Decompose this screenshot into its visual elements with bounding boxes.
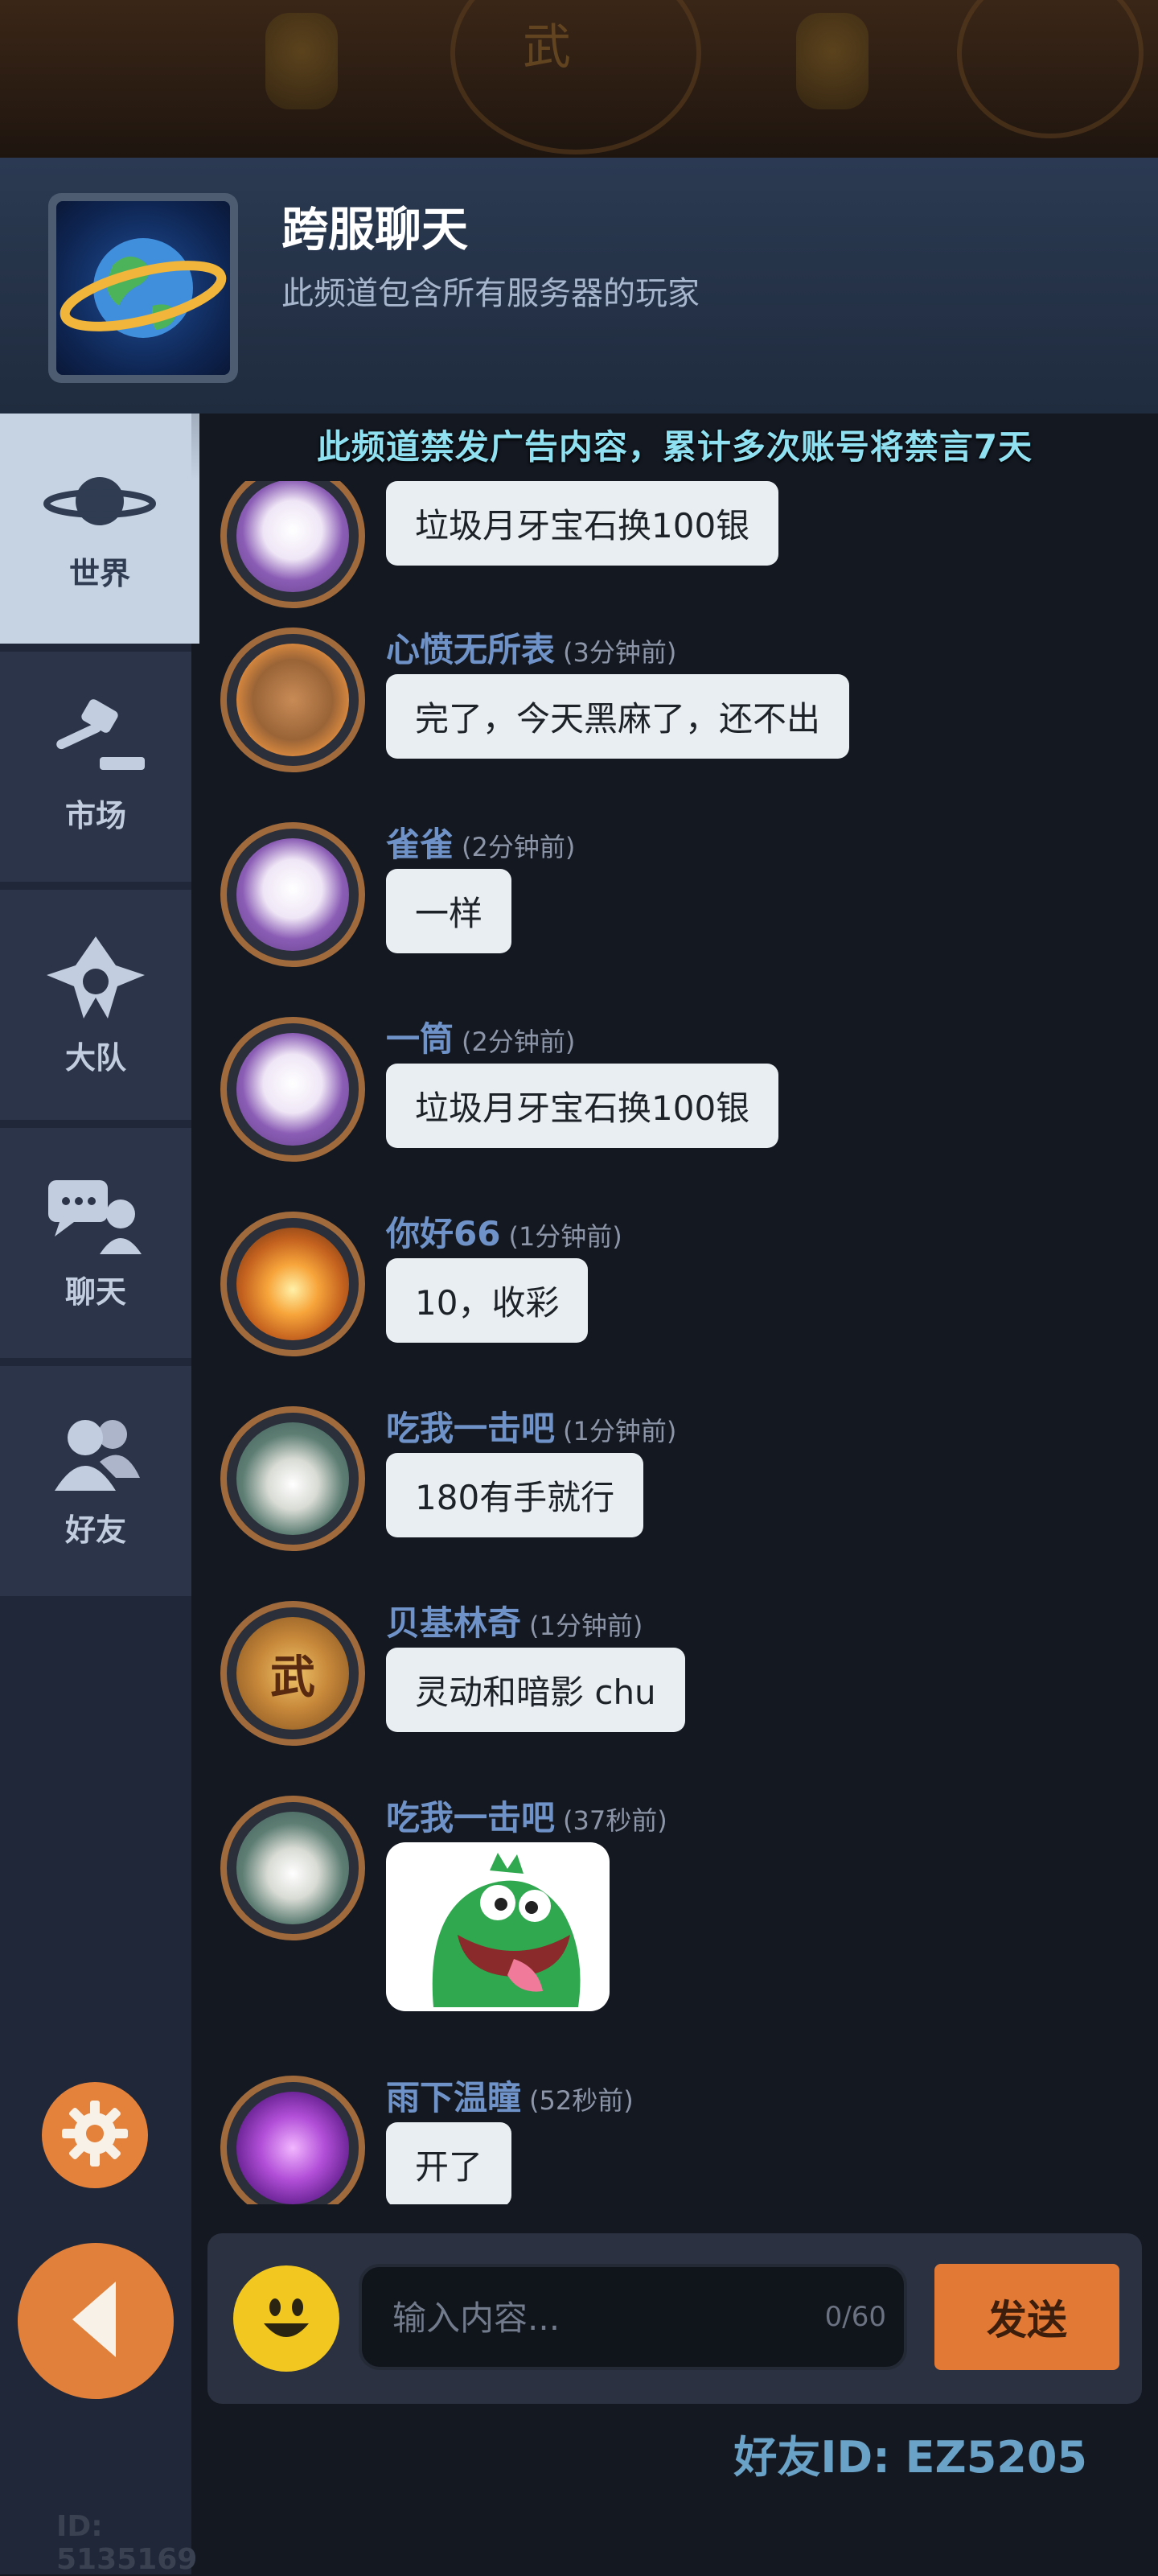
- sender-name[interactable]: 吃我一击吧: [386, 1409, 555, 1448]
- sender-name[interactable]: 吃我一击吧: [386, 1798, 555, 1837]
- sender-name[interactable]: 你好66: [386, 1214, 500, 1253]
- message-input-field[interactable]: 0/60: [359, 2264, 907, 2370]
- wu-emblem-decoration: 武: [523, 19, 571, 76]
- message-time: (1分钟前): [563, 1416, 677, 1446]
- message-header: 雀雀 (2分钟前): [386, 817, 575, 866]
- sidebar-item-friends[interactable]: 好友: [0, 1366, 191, 1596]
- sender-name[interactable]: 贝基林奇: [386, 1603, 521, 1643]
- sidebar-item-market[interactable]: 市场: [0, 652, 191, 882]
- avatar[interactable]: [220, 1406, 365, 1551]
- friends-icon: [51, 1414, 140, 1494]
- guild-emblem-icon: [43, 933, 148, 1022]
- message-time: (2分钟前): [462, 1027, 576, 1057]
- avatar[interactable]: [220, 1796, 365, 1940]
- settings-button[interactable]: [42, 2082, 148, 2188]
- user-id-label: ID: 5135169: [56, 2510, 198, 2576]
- sidebar: 世界 市场 大队 聊天 好友 ID: 5135169: [0, 414, 199, 2576]
- message-header: 贝基林奇 (1分钟前): [386, 1596, 643, 1645]
- message-bubble[interactable]: 完了，今天黑麻了，还不出: [386, 674, 850, 759]
- gear-icon: [59, 2097, 131, 2173]
- message-header: 一筒 (2分钟前): [386, 1012, 575, 1061]
- avatar[interactable]: [220, 628, 365, 772]
- sender-name[interactable]: 雀雀: [386, 825, 454, 864]
- message-header: 心愤无所表 (3分钟前): [386, 623, 676, 672]
- message-time: (1分钟前): [529, 1611, 643, 1641]
- message-header: 吃我一击吧 (37秒前): [386, 1791, 667, 1840]
- lantern-decoration: [265, 13, 338, 109]
- avatar[interactable]: [220, 481, 365, 608]
- channel-title: 跨服聊天: [281, 202, 469, 257]
- back-arrow-icon: [60, 2275, 132, 2367]
- message-bubble[interactable]: 开了: [386, 2122, 512, 2204]
- sidebar-item-label: 市场: [64, 797, 126, 833]
- smiley-icon: [246, 2277, 326, 2360]
- message-time: (1分钟前): [508, 1221, 622, 1252]
- message-header: 雨下温瞳 (52秒前): [386, 2071, 634, 2120]
- sidebar-item-label: 聊天: [64, 1274, 126, 1310]
- char-counter: 0/60: [824, 2301, 886, 2333]
- lantern-decoration: [796, 13, 868, 109]
- message-header: 你好66 (1分钟前): [386, 1207, 622, 1256]
- sender-name[interactable]: 心愤无所表: [386, 630, 555, 669]
- send-button[interactable]: 发送: [934, 2264, 1119, 2370]
- avatar[interactable]: [220, 1017, 365, 1162]
- avatar[interactable]: 武: [220, 1601, 365, 1746]
- sender-name[interactable]: 一筒: [386, 1019, 454, 1059]
- message-time: (52秒前): [529, 2085, 634, 2116]
- message-bubble[interactable]: 灵动和暗影 chu: [386, 1648, 685, 1732]
- decorative-banner: 武: [0, 0, 1158, 158]
- sidebar-item-world[interactable]: 世界: [0, 414, 199, 644]
- message-input[interactable]: [391, 2267, 812, 2368]
- message-header: 吃我一击吧 (1分钟前): [386, 1401, 676, 1451]
- message-bubble[interactable]: 10，收彩: [386, 1258, 589, 1343]
- channel-subtitle: 此频道包含所有服务器的玩家: [281, 275, 700, 312]
- message-bubble[interactable]: 一样: [386, 869, 512, 953]
- gavel-icon: [43, 698, 148, 780]
- message-bubble[interactable]: 垃圾月牙宝石换100银: [386, 1064, 779, 1148]
- channel-header: 跨服聊天 此频道包含所有服务器的玩家: [0, 158, 1158, 414]
- message-bubble[interactable]: 垃圾月牙宝石换100银: [386, 481, 779, 566]
- message-time: (3分钟前): [563, 637, 677, 668]
- avatar[interactable]: [220, 822, 365, 967]
- sidebar-item-label: 大队: [64, 1039, 126, 1076]
- sidebar-item-team[interactable]: 大队: [0, 890, 191, 1120]
- emoji-button[interactable]: [233, 2265, 339, 2372]
- avatar[interactable]: [220, 2076, 365, 2204]
- planet-icon: [43, 465, 156, 537]
- back-button[interactable]: [18, 2243, 174, 2399]
- message-time: (37秒前): [563, 1805, 667, 1836]
- green-dinosaur-sticker[interactable]: [386, 1842, 610, 2011]
- sender-name[interactable]: 雨下温瞳: [386, 2078, 521, 2117]
- sidebar-item-chat[interactable]: 聊天: [0, 1128, 191, 1358]
- message-bubble[interactable]: 180有手就行: [386, 1453, 644, 1537]
- channel-notice: 此频道禁发广告内容，累计多次账号将禁言7天: [191, 414, 1158, 481]
- friend-id-label: 好友ID: EZ5205: [733, 2432, 1087, 2483]
- sidebar-item-label: 好友: [64, 1512, 126, 1548]
- message-list[interactable]: 垃圾月牙宝石换100银 心愤无所表 (3分钟前) 完了，今天黑麻了，还不出 雀雀 (…: [191, 481, 1158, 2204]
- message-time: (2分钟前): [462, 832, 576, 862]
- sidebar-item-label: 世界: [68, 555, 130, 591]
- globe-channel-icon: [48, 193, 238, 383]
- avatar[interactable]: [220, 1212, 365, 1356]
- arch-decoration: [450, 0, 701, 154]
- chat-input-bar: 0/60 发送: [207, 2233, 1142, 2404]
- chat-person-icon: [43, 1175, 148, 1256]
- lion-decoration: [957, 0, 1144, 138]
